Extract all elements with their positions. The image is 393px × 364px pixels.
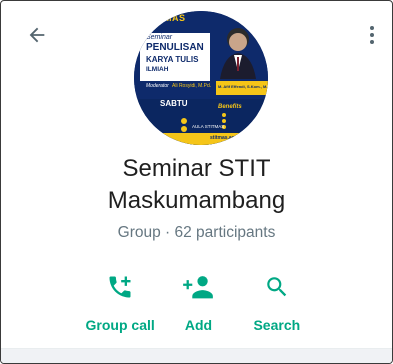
add-participant-label: Add — [184, 317, 213, 333]
more-options-button[interactable] — [362, 21, 382, 49]
search-icon — [267, 277, 287, 297]
action-bar: Group call Add Search — [1, 271, 392, 333]
back-button[interactable] — [23, 21, 51, 49]
group-name[interactable]: Seminar STIT Maskumambang — [1, 153, 392, 217]
add-person-icon — [183, 276, 214, 299]
group-call-button[interactable]: Group call — [81, 271, 159, 333]
arrow-left-icon — [29, 27, 45, 43]
avatar-venue: AULA STITMAS — [192, 124, 225, 129]
add-call-icon — [109, 276, 131, 298]
group-call-label: Group call — [85, 317, 155, 333]
section-divider — [1, 348, 392, 363]
group-info-screen: MAS Seminar PENULISAN KARYA TULIS ILMIAH… — [0, 0, 393, 364]
avatar-benefits-label: Benefits — [218, 104, 242, 110]
search-label: Search — [253, 317, 301, 333]
avatar-brand: MAS — [164, 13, 186, 23]
avatar-moderator-name: Ali Rosyidi, M.Pd. — [172, 83, 212, 89]
avatar-footer: stitmas.ac.id — [210, 135, 241, 141]
add-participant-button[interactable]: Add — [159, 271, 237, 333]
avatar-line4: ILMIAH — [146, 66, 169, 73]
avatar-line1: Seminar — [146, 34, 173, 41]
more-vertical-icon — [370, 26, 374, 44]
group-participants: Group · 62 participants — [117, 224, 276, 241]
avatar-speaker: M. Afif Effendi, S.Kom., M.T. — [218, 84, 268, 89]
avatar-line3: KARYA TULIS — [146, 55, 199, 64]
group-avatar[interactable]: MAS Seminar PENULISAN KARYA TULIS ILMIAH… — [134, 11, 268, 145]
search-button[interactable]: Search — [238, 271, 316, 333]
avatar-day: SABTU — [160, 99, 188, 108]
avatar-moderator-label: Moderator — [146, 83, 169, 89]
avatar-line2: PENULISAN — [146, 42, 204, 53]
